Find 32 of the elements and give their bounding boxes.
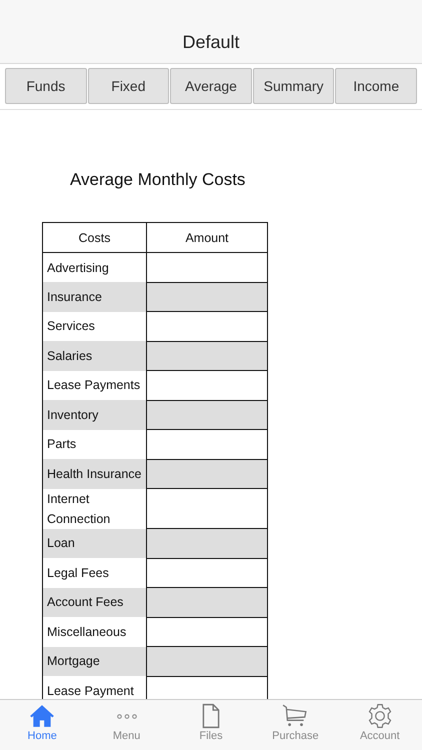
amount-field[interactable] (146, 312, 268, 341)
column-header: Costs (42, 222, 146, 252)
amount-field[interactable] (146, 370, 268, 400)
amount-field[interactable] (146, 646, 268, 676)
table-cell: Health Insurance (42, 459, 146, 488)
amount-field[interactable] (146, 252, 268, 282)
table-cell: Account Fees (42, 588, 146, 617)
table-cell: Mortgage (42, 646, 146, 676)
table-cell: Loan (42, 528, 146, 558)
table-cell: Inventory (42, 400, 146, 430)
tab[interactable]: Income (335, 68, 417, 104)
section-heading: Average Monthly Costs (70, 170, 246, 190)
amount-field[interactable] (146, 282, 268, 312)
amount-field[interactable] (146, 459, 268, 488)
tab[interactable]: Summary (252, 68, 334, 104)
settings-icon (366, 703, 393, 729)
amount-field[interactable] (146, 430, 268, 459)
home-icon (29, 703, 56, 729)
tab[interactable]: Funds (5, 68, 87, 104)
table-cell: Salaries (42, 341, 146, 370)
column-header: Amount (146, 222, 268, 252)
amount-field[interactable] (146, 341, 268, 370)
amount-field[interactable] (146, 588, 268, 617)
tab[interactable]: Fixed (88, 68, 170, 104)
amount-field[interactable] (146, 528, 268, 558)
table-cell: Insurance (42, 282, 146, 312)
amount-field[interactable] (146, 400, 268, 430)
screen-title: Default (182, 32, 240, 53)
cart-icon (282, 703, 308, 729)
dots-icon (116, 714, 137, 719)
tab[interactable]: Average (170, 68, 252, 104)
tab-bar-item[interactable]: Home (0, 700, 84, 750)
